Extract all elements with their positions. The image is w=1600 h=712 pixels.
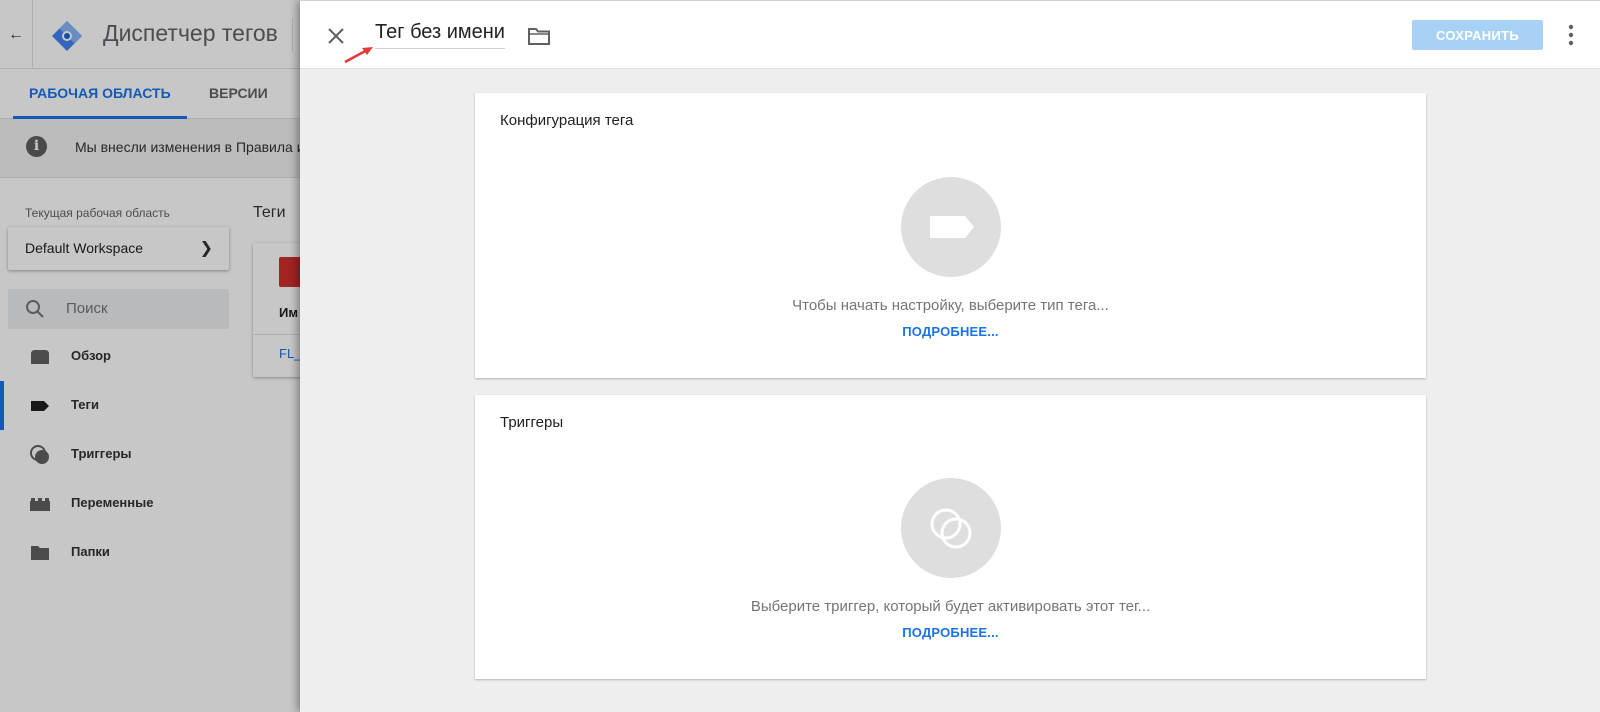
save-button[interactable]: СОХРАНИТЬ [1412,20,1543,50]
tag-name-input[interactable]: Тег без имени [375,21,505,49]
triggers-card[interactable]: Триггеры Выберите триггер, который будет… [475,395,1426,679]
triggers-hint: Выберите триггер, который будет активиро… [750,598,1151,615]
panel-header: Тег без имени СОХРАНИТЬ [300,0,1600,69]
trigger-icon [930,508,972,549]
folder-icon[interactable] [527,25,551,47]
choose-trigger-button[interactable] [901,478,1001,578]
tag-configuration-card[interactable]: Конфигурация тега Чтобы начать настройку… [475,93,1426,378]
card-title: Триггеры [500,414,564,431]
learn-more-link[interactable]: ПОДРОБНЕЕ... [475,324,1426,339]
learn-more-link[interactable]: ПОДРОБНЕЕ... [475,625,1426,640]
annotation-arrow-icon [344,47,373,64]
tag-editor-panel: Тег без имени СОХРАНИТЬ Конфигурация тег… [300,0,1600,712]
choose-tag-type-button[interactable] [901,177,1001,277]
card-title: Конфигурация тега [500,112,634,129]
tag-config-hint: Чтобы начать настройку, выберите тип тег… [792,297,1109,314]
tag-icon [930,216,974,238]
more-vert-icon[interactable] [1561,22,1581,48]
